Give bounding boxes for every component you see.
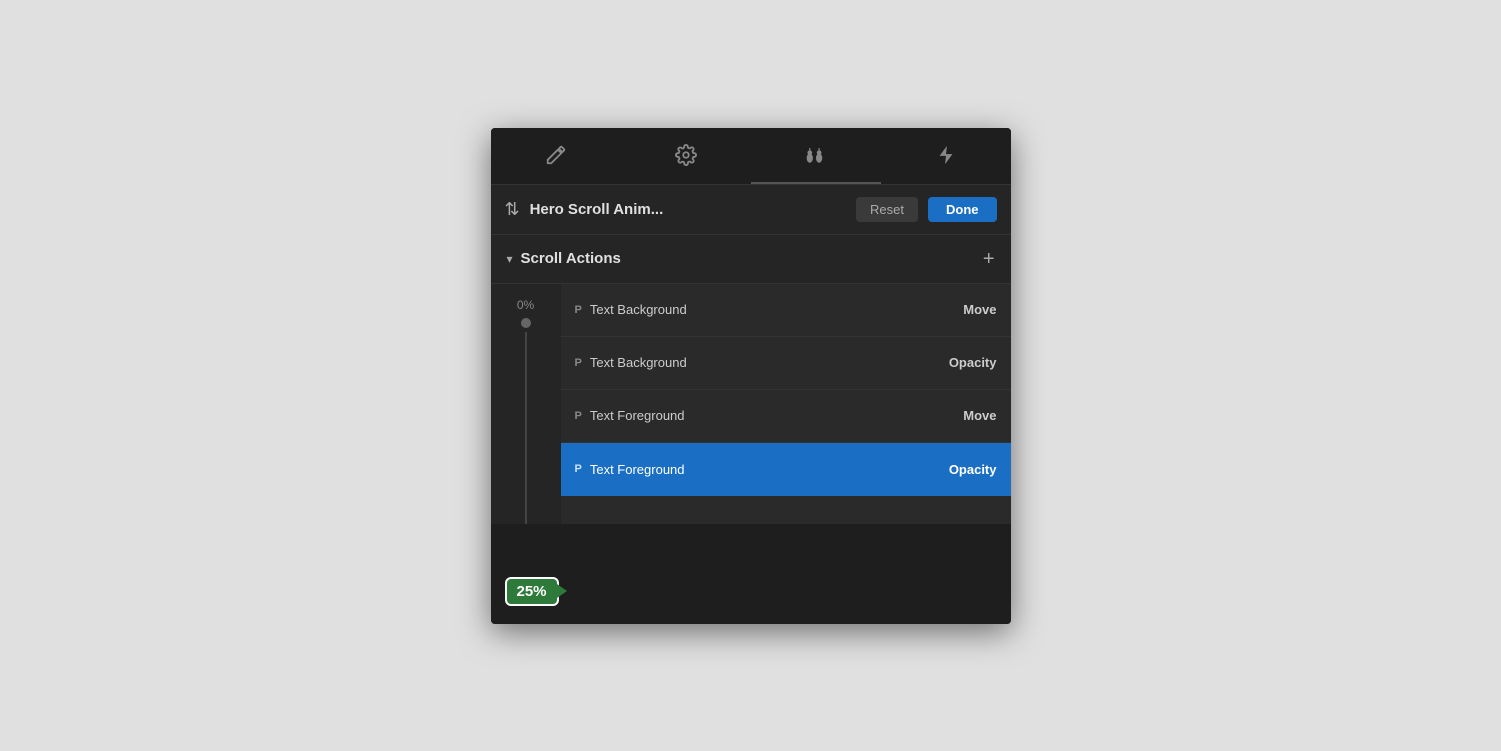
action-rows-list: P Text Background Move P Text Background… xyxy=(561,284,1011,524)
percent-badge[interactable]: 25% xyxy=(505,577,559,606)
timeline-line xyxy=(525,332,527,524)
timeline-label: 0% xyxy=(517,298,534,312)
action-icon-1: P xyxy=(575,304,582,316)
bottom-area: 25% xyxy=(491,524,1011,624)
action-row-4[interactable]: P Text Foreground Opacity xyxy=(561,443,1011,496)
scroll-actions-section-header: ▾ Scroll Actions + xyxy=(491,235,1011,284)
action-row-1[interactable]: P Text Background Move xyxy=(561,284,1011,337)
drops-icon xyxy=(802,144,830,166)
animation-title: Hero Scroll Anim... xyxy=(530,201,846,218)
action-icon-3: P xyxy=(575,410,582,422)
actions-area: 0% P Text Background Move P Text Backgro… xyxy=(491,284,1011,524)
action-type-2: Opacity xyxy=(949,355,997,370)
done-button[interactable]: Done xyxy=(928,197,997,222)
action-row-3[interactable]: P Text Foreground Move xyxy=(561,390,1011,443)
reset-button[interactable]: Reset xyxy=(856,197,918,222)
action-type-4: Opacity xyxy=(949,462,997,477)
timeline-dot xyxy=(521,318,531,328)
collapse-chevron-icon[interactable]: ▾ xyxy=(507,252,513,266)
tab-brush[interactable] xyxy=(491,128,621,184)
add-action-button[interactable]: + xyxy=(983,249,995,269)
action-name-1: Text Background xyxy=(590,302,963,317)
action-name-4: Text Foreground xyxy=(590,462,949,477)
gear-icon xyxy=(675,144,697,166)
brush-icon xyxy=(545,144,567,166)
action-name-2: Text Background xyxy=(590,355,949,370)
main-panel: ⇅ Hero Scroll Anim... Reset Done ▾ Scrol… xyxy=(491,128,1011,624)
tab-drops[interactable] xyxy=(751,128,881,184)
action-type-1: Move xyxy=(963,302,996,317)
tab-bar xyxy=(491,128,1011,185)
action-icon-2: P xyxy=(575,357,582,369)
tab-bolt[interactable] xyxy=(881,128,1011,184)
action-name-3: Text Foreground xyxy=(590,408,963,423)
sort-arrows-icon: ⇅ xyxy=(505,199,520,220)
section-title: Scroll Actions xyxy=(521,250,983,267)
action-type-3: Move xyxy=(963,408,996,423)
action-row-2[interactable]: P Text Background Opacity xyxy=(561,337,1011,390)
action-icon-4: P xyxy=(575,463,582,475)
timeline-track: 0% xyxy=(491,284,561,524)
header-row: ⇅ Hero Scroll Anim... Reset Done xyxy=(491,185,1011,235)
bolt-icon xyxy=(937,144,955,166)
tab-gear[interactable] xyxy=(621,128,751,184)
